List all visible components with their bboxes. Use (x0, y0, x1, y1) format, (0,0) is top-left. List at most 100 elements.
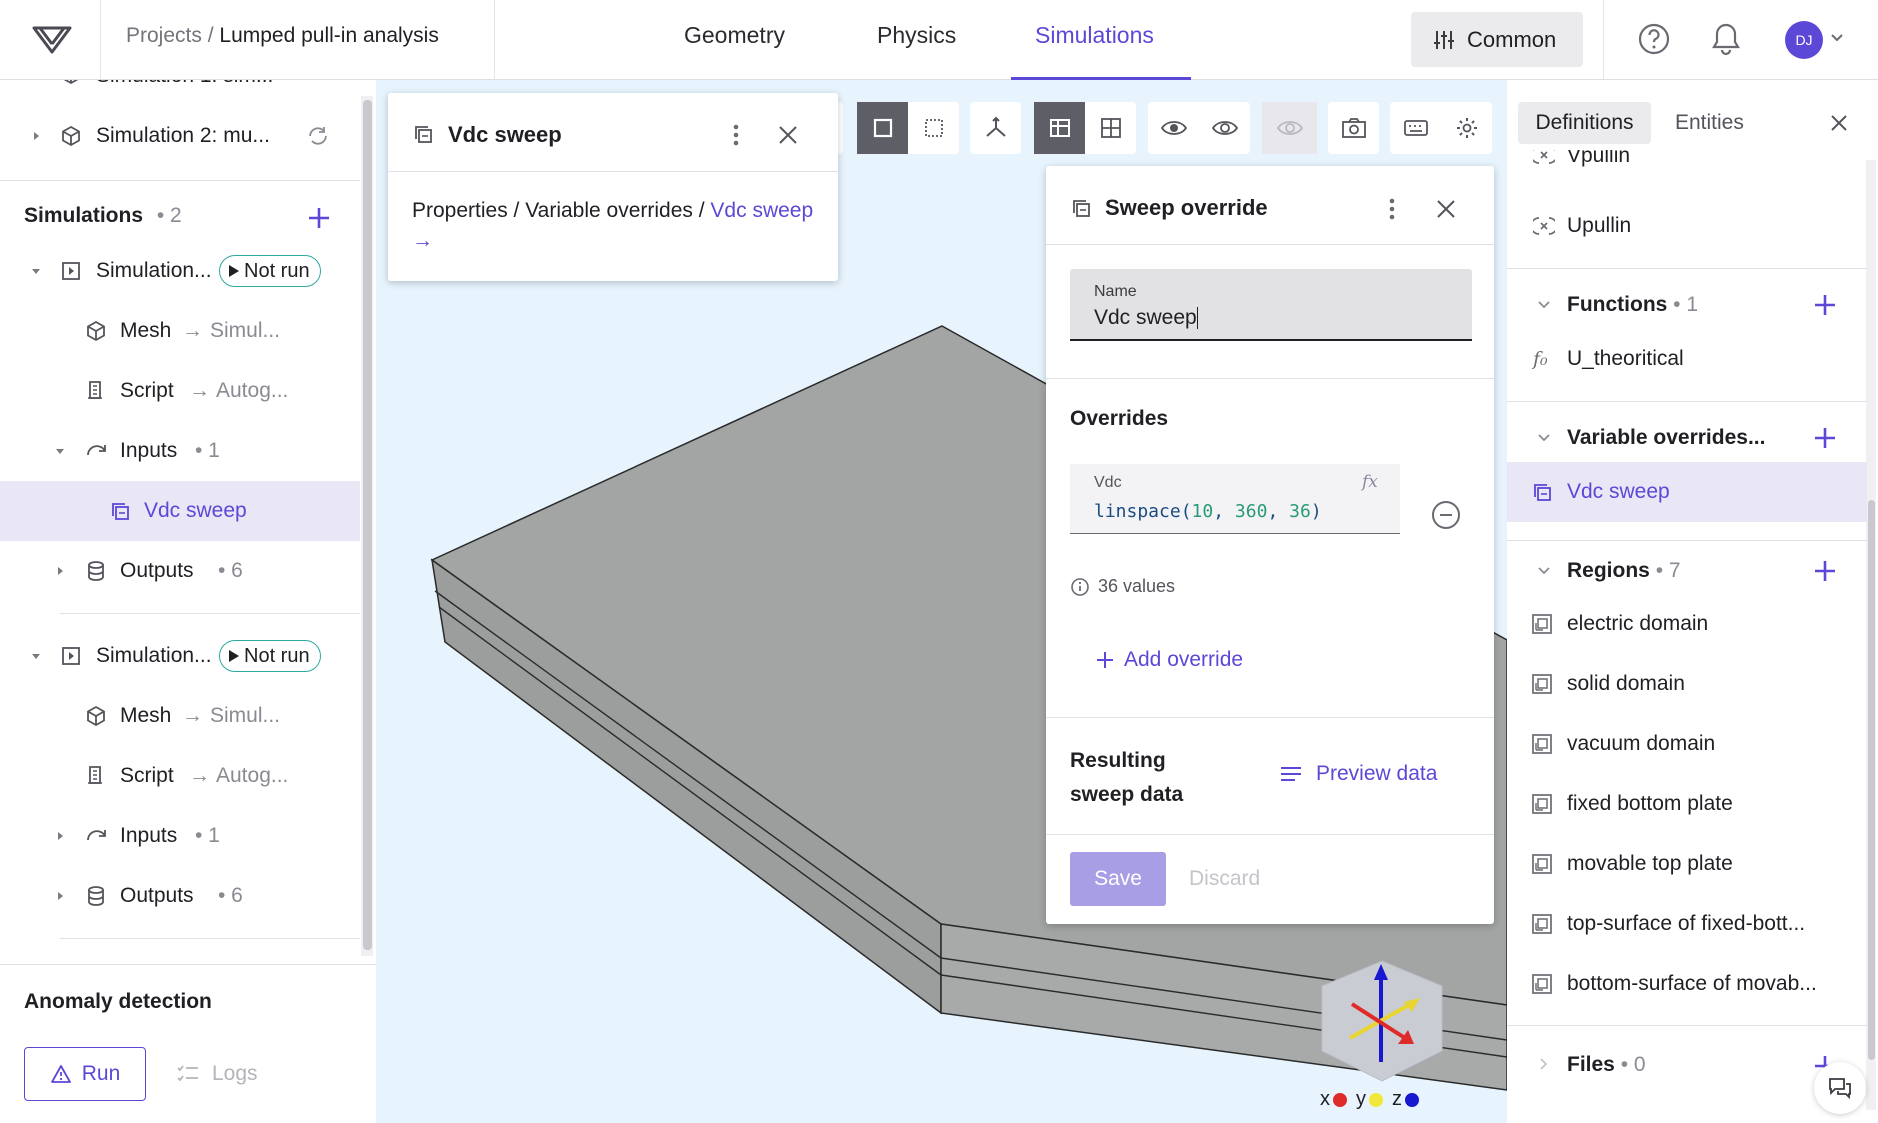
script-icon (85, 380, 107, 402)
tree-item-simulation-b[interactable]: Simulation... Not run (0, 626, 360, 686)
name-field-value[interactable]: Vdc sweep (1094, 306, 1199, 330)
close-panel-icon[interactable] (1829, 113, 1849, 133)
tab-physics[interactable]: Physics (877, 22, 956, 49)
tree-item-simulation-1[interactable]: Simulation 1: sim... (0, 80, 360, 106)
chevron-right-icon[interactable] (53, 829, 67, 843)
tree-item-label: Outputs (120, 884, 194, 907)
sync-icon[interactable] (306, 125, 328, 147)
toolbar-group-selection (857, 102, 959, 154)
axis-y-dot (1369, 1092, 1383, 1107)
axis-z-label: z (1392, 1088, 1402, 1110)
play-icon (229, 265, 239, 277)
tree-item-inputs[interactable]: Inputs • 1 (0, 421, 360, 481)
chevron-down-icon[interactable] (1536, 563, 1552, 579)
variable-item-clipped[interactable]: Vpullin (1507, 150, 1867, 172)
orientation-gizmo[interactable] (1312, 956, 1452, 1086)
tree-item-mesh[interactable]: Mesh → Simul... (0, 686, 360, 746)
chevron-down-icon[interactable] (1536, 297, 1552, 313)
region-item[interactable]: solid domain (1507, 654, 1867, 714)
more-options-icon[interactable] (1388, 197, 1396, 221)
override-expression-field[interactable]: Vdc 𝑓x linspace(10, 360, 36) (1070, 464, 1400, 534)
tree-item-simulation-2[interactable]: Simulation 2: mu... (0, 106, 360, 166)
variable-icon (1533, 150, 1555, 166)
discard-button[interactable]: Discard (1189, 852, 1260, 906)
run-button[interactable]: Run (24, 1047, 146, 1101)
info-icon (1071, 577, 1089, 596)
region-item[interactable]: top-surface of fixed-bott... (1507, 894, 1867, 954)
sliders-icon (1433, 29, 1455, 51)
left-panel-scrollbar-thumb[interactable] (363, 100, 372, 950)
simulation-icon (60, 645, 82, 667)
tree-item-simulation-a[interactable]: Simulation... Not run (0, 241, 360, 301)
divider (1046, 834, 1494, 835)
region-item[interactable]: fixed bottom plate (1507, 774, 1867, 834)
variable-override-item[interactable]: Vdc sweep (1507, 462, 1867, 522)
chevron-down-icon[interactable] (29, 649, 43, 663)
show-icon[interactable] (1199, 102, 1250, 154)
chevron-right-icon[interactable] (53, 889, 67, 903)
add-simulation-button[interactable] (307, 206, 329, 228)
isolate-icon[interactable] (1262, 102, 1317, 154)
variable-item[interactable]: Upullin (1507, 196, 1867, 256)
add-region-button[interactable] (1814, 560, 1836, 582)
function-item[interactable]: f₀ U_theoritical (1507, 329, 1867, 389)
add-variable-override-button[interactable] (1814, 427, 1836, 449)
logs-button[interactable]: Logs (176, 1047, 258, 1101)
notifications-bell-icon[interactable] (1711, 22, 1741, 56)
tree-item-outputs[interactable]: Outputs • 6 (0, 541, 360, 601)
functions-count: • 1 (1673, 293, 1699, 316)
tree-item-outputs[interactable]: Outputs • 6 (0, 866, 360, 926)
add-override-button[interactable]: Add override (1096, 648, 1243, 672)
tree-item-mesh[interactable]: Mesh → Simul... (0, 301, 360, 361)
status-badge: Not run (219, 640, 321, 672)
chevron-right-icon[interactable] (1536, 1056, 1552, 1072)
tree-item-inputs[interactable]: Inputs • 1 (0, 806, 360, 866)
camera-icon[interactable] (1328, 102, 1379, 154)
chat-button[interactable] (1814, 1062, 1866, 1114)
chevron-right-icon[interactable] (53, 564, 67, 578)
region-item[interactable]: vacuum domain (1507, 714, 1867, 774)
region-item[interactable]: movable top plate (1507, 834, 1867, 894)
chevron-down-icon[interactable] (53, 444, 67, 458)
tree-item-vdc-sweep[interactable]: Vdc sweep (0, 481, 360, 541)
tab-geometry[interactable]: Geometry (684, 22, 785, 49)
lasso-select-button[interactable] (908, 102, 959, 154)
grid-view-button[interactable] (1085, 102, 1136, 154)
gear-icon[interactable] (1441, 102, 1492, 154)
name-field[interactable]: Name Vdc sweep (1070, 269, 1472, 341)
box-select-button[interactable] (857, 102, 908, 154)
variable-label: Upullin (1567, 214, 1632, 237)
add-function-button[interactable] (1814, 294, 1836, 316)
close-icon[interactable] (1435, 198, 1457, 220)
chevron-right-icon[interactable] (29, 129, 43, 143)
sweep-icon (1531, 481, 1553, 503)
tree-item-script[interactable]: Script → Autog... (0, 361, 360, 421)
region-item[interactable]: electric domain (1507, 594, 1867, 654)
tree-item-script[interactable]: Script → Autog... (0, 746, 360, 806)
keyboard-icon[interactable] (1390, 102, 1441, 154)
avatar[interactable]: DJ (1785, 21, 1823, 59)
more-options-icon[interactable] (732, 123, 740, 147)
tab-entities[interactable]: Entities (1675, 102, 1744, 144)
axes-icon[interactable] (970, 102, 1021, 154)
function-fx-icon[interactable]: 𝑓x (1362, 472, 1378, 492)
close-icon[interactable] (777, 124, 799, 146)
inputs-icon (85, 440, 107, 462)
tab-definitions[interactable]: Definitions (1518, 102, 1651, 144)
common-button[interactable]: Common (1411, 12, 1583, 67)
remove-override-icon[interactable] (1431, 500, 1461, 530)
section-view-button[interactable] (1034, 102, 1085, 154)
save-button[interactable]: Save (1070, 852, 1166, 906)
axis-x-label: x (1320, 1088, 1330, 1110)
region-item[interactable]: bottom-surface of movab... (1507, 954, 1867, 1014)
chevron-down-icon[interactable] (1829, 30, 1845, 46)
help-icon[interactable] (1637, 22, 1671, 56)
hide-icon[interactable] (1148, 102, 1199, 154)
right-panel-scrollbar-thumb[interactable] (1868, 500, 1875, 1060)
preview-data-button[interactable]: Preview data (1280, 762, 1437, 786)
breadcrumb-projects-link[interactable]: Projects (126, 24, 202, 47)
tab-simulations[interactable]: Simulations (1035, 22, 1154, 49)
chevron-down-icon[interactable] (1536, 430, 1552, 446)
app-logo[interactable] (30, 18, 74, 62)
chevron-down-icon[interactable] (29, 264, 43, 278)
